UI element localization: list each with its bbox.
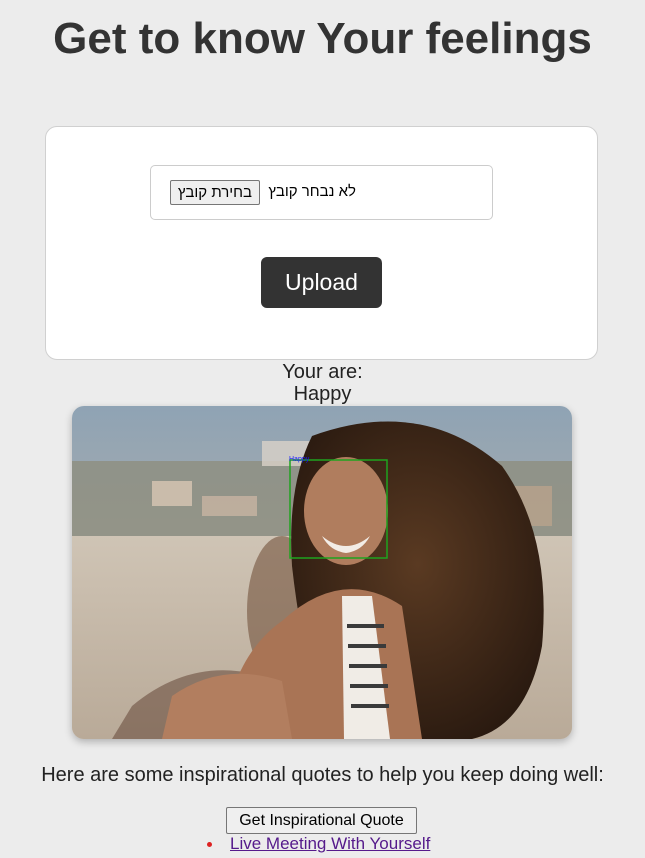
quote-list: Live Meeting With Yourself [207, 834, 430, 854]
face-detection-label: Happy [289, 456, 310, 463]
get-quote-button[interactable]: Get Inspirational Quote [226, 807, 417, 834]
result-emotion: Happy [293, 383, 352, 405]
analyzed-photo: Happy [72, 406, 572, 739]
upload-card: בחירת קובץ לא נבחר קובץ Upload [45, 126, 598, 360]
file-status-text: לא נבחר קובץ [268, 183, 356, 200]
file-input[interactable]: בחירת קובץ לא נבחר קובץ [150, 165, 493, 220]
upload-button[interactable]: Upload [261, 257, 382, 308]
page-title: Get to know Your feelings [53, 14, 592, 63]
choose-file-button[interactable]: בחירת קובץ [169, 180, 260, 205]
quote-link[interactable]: Live Meeting With Yourself [230, 834, 430, 853]
result-label: Your are: [282, 361, 363, 383]
list-item: Live Meeting With Yourself [207, 834, 430, 854]
quotes-intro: Here are some inspirational quotes to he… [41, 764, 604, 786]
bullet-icon [207, 842, 212, 847]
beach-photo-image: Happy [72, 406, 572, 739]
